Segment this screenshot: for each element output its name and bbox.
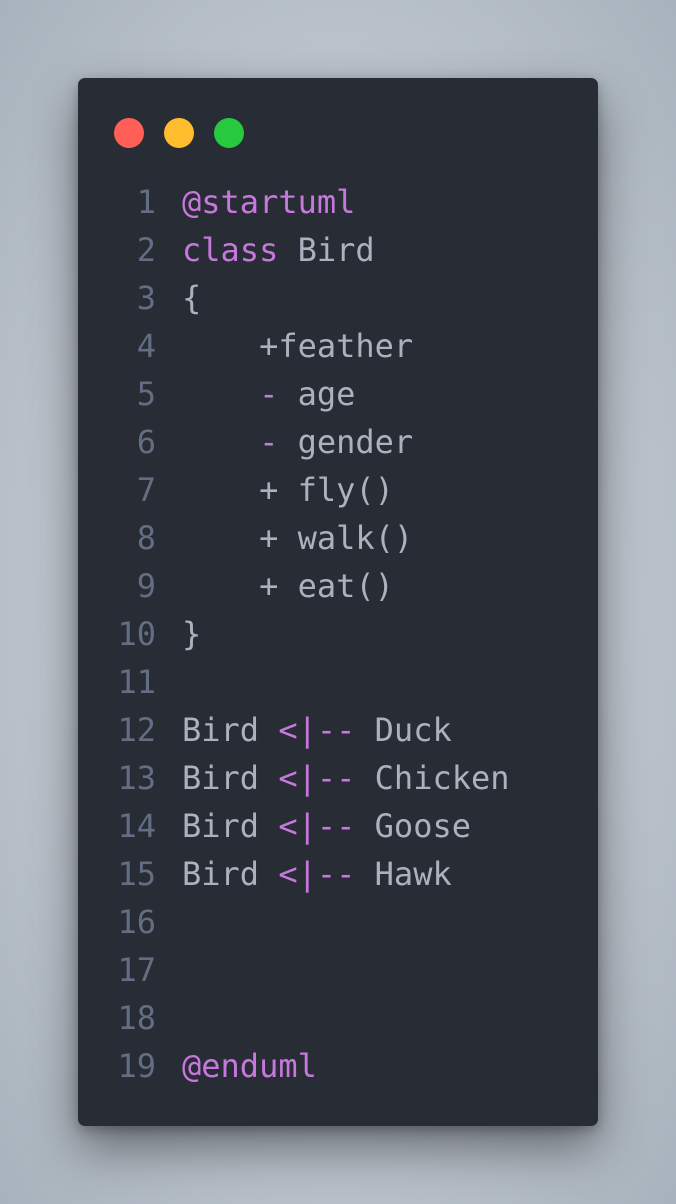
text-token: Chicken [355, 759, 510, 797]
code-line: 4 +feather [78, 322, 598, 370]
code-text: - gender [182, 418, 413, 466]
code-line: 13 Bird <|-- Chicken [78, 754, 598, 802]
text-token: } [182, 615, 202, 653]
text-token: +feather [182, 327, 414, 365]
line-number: 18 [117, 999, 156, 1037]
code-line: 18 [78, 994, 598, 1042]
keyword-token: <|-- [278, 855, 356, 893]
code-line: 16 [78, 898, 598, 946]
maximize-dot-icon [214, 118, 244, 148]
code-line: 1 @startuml [78, 178, 598, 226]
code-block: 1 @startuml 2 class Bird 3{4 +feather 5 - age… [78, 178, 598, 1090]
line-number: 12 [117, 711, 156, 749]
text-token: Bird [182, 807, 279, 845]
code-line: 8 + walk() [78, 514, 598, 562]
text-token: Duck [355, 711, 452, 749]
code-text: Bird <|-- Chicken [182, 754, 510, 802]
text-token: Bird [182, 711, 279, 749]
keyword-token: - [259, 375, 279, 413]
minimize-dot-icon [164, 118, 194, 148]
text-token: + fly() [182, 471, 394, 509]
close-dot-icon [114, 118, 144, 148]
code-line: 5 - age [78, 370, 598, 418]
line-number: 5 [136, 375, 156, 413]
code-text: } [182, 610, 201, 658]
code-text: + eat() [182, 562, 394, 610]
code-text: Bird <|-- Duck [182, 706, 452, 754]
line-number: 8 [136, 519, 156, 557]
keyword-token: @enduml [182, 1047, 317, 1085]
code-line: 10} [78, 610, 598, 658]
keyword-token: class [182, 231, 279, 269]
code-line: 15 Bird <|-- Hawk [78, 850, 598, 898]
code-line: 9 + eat() [78, 562, 598, 610]
line-number: 9 [136, 567, 156, 605]
code-text: + fly() [182, 466, 394, 514]
code-text: { [182, 274, 201, 322]
keyword-token: <|-- [278, 711, 356, 749]
code-text: class Bird [182, 226, 375, 274]
code-line: 2 class Bird [78, 226, 598, 274]
line-number: 15 [117, 855, 156, 893]
code-line: 19 @enduml [78, 1042, 598, 1090]
code-line: 12 Bird <|-- Duck [78, 706, 598, 754]
code-text: +feather [182, 322, 413, 370]
code-line: 3{ [78, 274, 598, 322]
text-token: Hawk [355, 855, 452, 893]
text-token: Bird [182, 759, 279, 797]
code-text: - age [182, 370, 355, 418]
line-number: 17 [117, 951, 156, 989]
text-token: Bird [278, 231, 375, 269]
text-token: Bird [182, 855, 279, 893]
line-number: 10 [117, 615, 156, 653]
line-number: 2 [136, 231, 156, 269]
line-number: 19 [117, 1047, 156, 1085]
code-line: 7 + fly() [78, 466, 598, 514]
text-token: Goose [355, 807, 471, 845]
code-line: 17 [78, 946, 598, 994]
keyword-token: <|-- [278, 759, 356, 797]
line-number: 13 [117, 759, 156, 797]
text-token: + eat() [182, 567, 394, 605]
line-number: 14 [117, 807, 156, 845]
line-number: 1 [136, 183, 156, 221]
line-number: 16 [117, 903, 156, 941]
text-token: { [182, 279, 202, 317]
keyword-token: @startuml [182, 183, 356, 221]
text-token: age [278, 375, 356, 413]
code-line: 14 Bird <|-- Goose [78, 802, 598, 850]
line-number: 6 [136, 423, 156, 461]
text-token: gender [278, 423, 414, 461]
line-number: 11 [117, 663, 156, 701]
line-number: 4 [136, 327, 156, 365]
code-text: Bird <|-- Hawk [182, 850, 452, 898]
line-number: 3 [136, 279, 156, 317]
keyword-token: - [259, 423, 279, 461]
code-line: 6 - gender [78, 418, 598, 466]
code-text: + walk() [182, 514, 413, 562]
keyword-token: <|-- [278, 807, 356, 845]
code-line: 11 [78, 658, 598, 706]
code-window: 1 @startuml 2 class Bird 3{4 +feather 5 - age… [78, 78, 598, 1126]
text-token: + walk() [182, 519, 414, 557]
code-text: Bird <|-- Goose [182, 802, 471, 850]
code-text: @enduml [182, 1042, 317, 1090]
code-text: @startuml [182, 178, 355, 226]
line-number: 7 [136, 471, 156, 509]
